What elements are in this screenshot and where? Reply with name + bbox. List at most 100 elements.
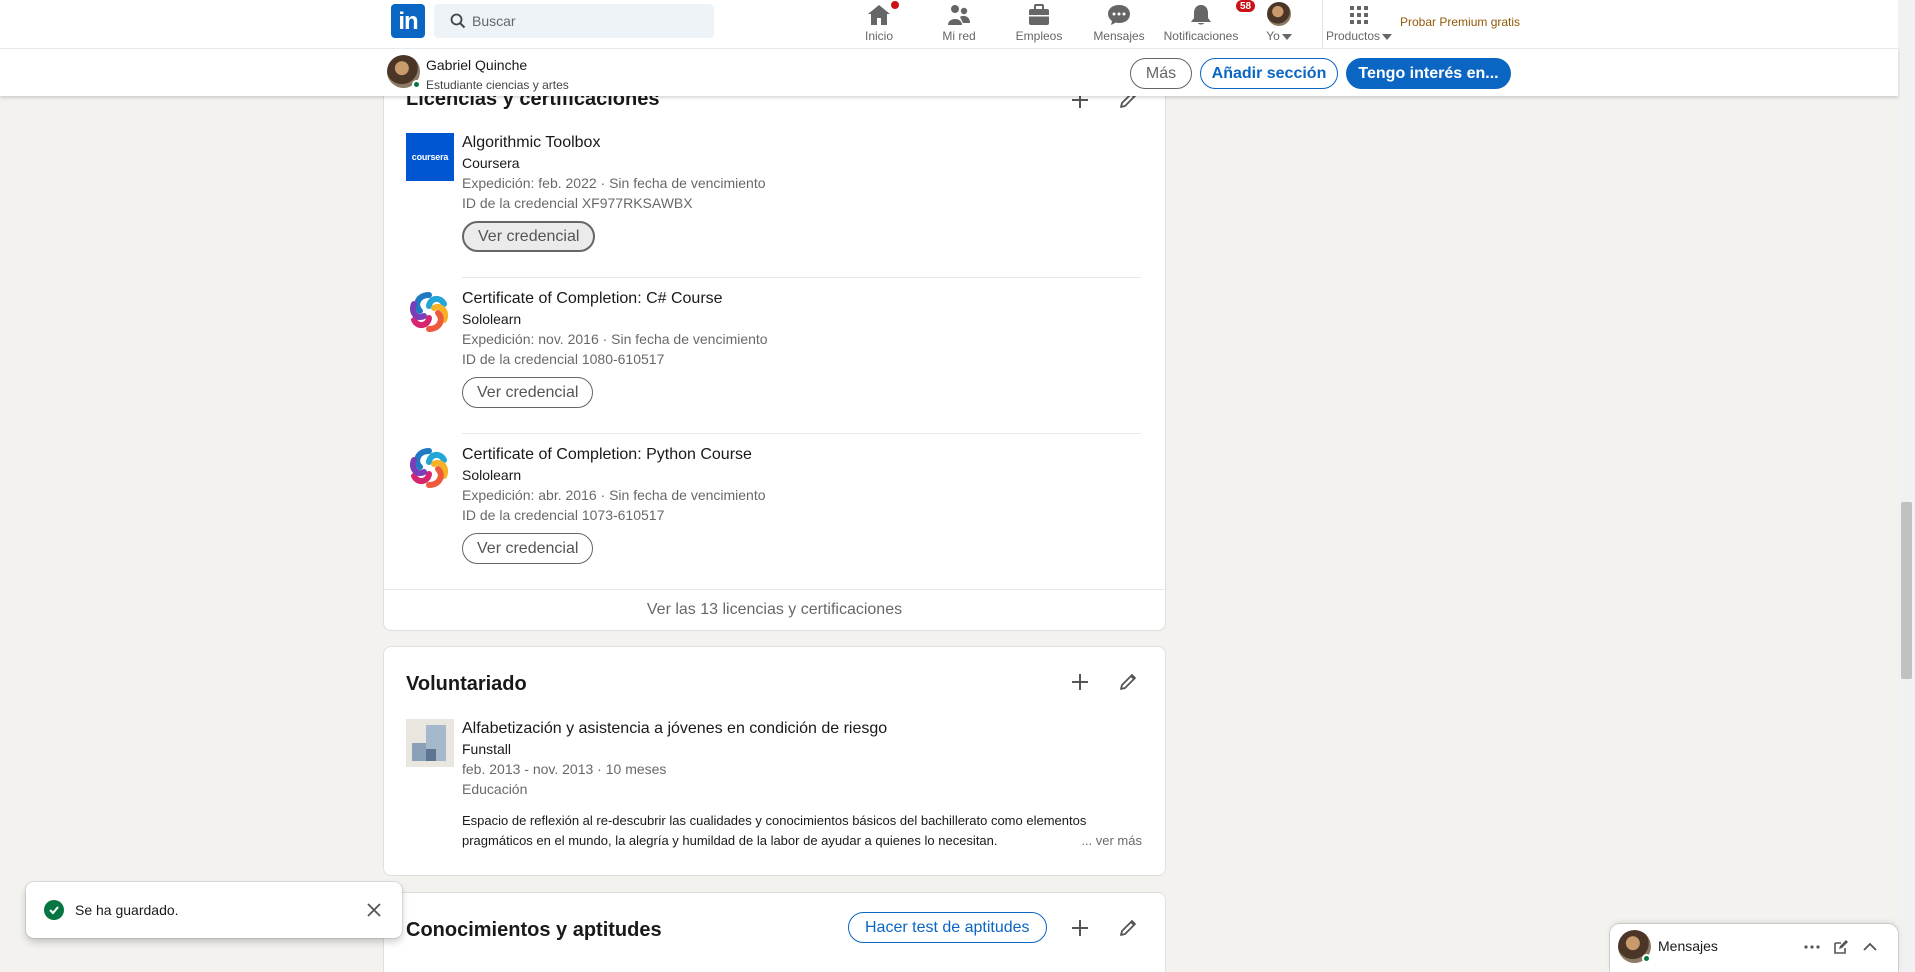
add-skill-button[interactable]: [1064, 912, 1096, 944]
briefcase-icon: [1029, 4, 1049, 25]
chevron-down-icon: [1281, 33, 1292, 40]
scrollbar-thumb[interactable]: [1901, 502, 1912, 679]
nav-label-messaging: Mensajes: [1093, 29, 1145, 43]
see-more-link[interactable]: ... ver más: [1075, 831, 1142, 851]
people-icon: [948, 5, 970, 25]
take-skill-quiz-button[interactable]: Hacer test de aptitudes: [848, 912, 1047, 943]
license-name[interactable]: Algorithmic Toolbox: [462, 133, 1142, 153]
close-icon: [367, 903, 381, 917]
divider: [462, 433, 1141, 434]
nav-products[interactable]: Productos: [1324, 0, 1394, 48]
nav-label-home: Inicio: [864, 29, 893, 43]
nav-me[interactable]: Yo: [1262, 0, 1296, 48]
license-item: coursera Algorithmic Toolbox Coursera Ex…: [406, 133, 1141, 259]
edit-volunteer-button[interactable]: [1112, 666, 1144, 698]
description-line: Espacio de reflexión al re-descubrir las…: [462, 813, 1087, 828]
building-icon: [412, 725, 446, 761]
global-nav: in Inicio Mi red: [0, 0, 1898, 48]
volunteer-cause: Educación: [462, 781, 528, 797]
license-issue-date: Expedición: feb. 2022 · Sin fecha de ven…: [462, 175, 766, 191]
page-scrollbar[interactable]: [1898, 0, 1915, 972]
toast-message: Se ha guardado.: [75, 902, 179, 918]
compose-message-button[interactable]: [1830, 936, 1852, 958]
license-credential-id: ID de la credencial 1080-610517: [462, 351, 665, 367]
nav-jobs[interactable]: Empleos: [1015, 0, 1063, 48]
online-status-dot: [1642, 954, 1651, 963]
search-icon: [450, 13, 466, 29]
volunteer-dates: feb. 2013 - nov. 2013 · 10 meses: [462, 761, 667, 777]
license-issuer: Coursera: [462, 155, 520, 171]
add-section-button[interactable]: Añadir sección: [1200, 58, 1338, 89]
plus-icon: [1072, 920, 1088, 936]
add-volunteer-button[interactable]: [1064, 666, 1096, 698]
license-issuer: Sololearn: [462, 311, 522, 327]
avatar: [1267, 2, 1291, 26]
license-item: Certificate of Completion: Python Course…: [406, 445, 1141, 571]
volunteer-role: Alfabetización y asistencia a jóvenes en…: [462, 720, 888, 737]
volunteer-organization: Funstall: [462, 741, 512, 757]
license-issuer: Sololearn: [462, 467, 522, 483]
messaging-label: Mensajes: [1658, 938, 1718, 954]
online-status-dot: [412, 80, 421, 89]
linkedin-logo[interactable]: in: [391, 4, 425, 38]
license-name[interactable]: Certificate of Completion: Python Course: [462, 445, 1142, 465]
show-all-licenses-link[interactable]: Ver las 13 licencias y certificaciones: [384, 589, 1165, 630]
open-to-button[interactable]: Tengo interés en...: [1346, 58, 1511, 89]
grid-icon: [1350, 6, 1368, 24]
plus-icon: [1072, 674, 1088, 690]
profile-name: Gabriel Quinche: [426, 57, 528, 73]
nav-label-network: Mi red: [942, 29, 976, 43]
license-credential-id: ID de la credencial XF977RKSAWBX: [462, 195, 693, 211]
sololearn-logo[interactable]: [406, 445, 454, 493]
messaging-options-button[interactable]: [1801, 936, 1823, 958]
organization-placeholder-logo[interactable]: [406, 719, 454, 767]
coursera-logo[interactable]: coursera: [406, 133, 454, 181]
license-issue-date: Expedición: abr. 2016 · Sin fecha de ven…: [462, 487, 766, 503]
volunteer-card: Voluntariado Alfabetización y asistencia…: [383, 646, 1166, 876]
nav-notifications[interactable]: 58 Notificaciones: [1160, 0, 1257, 48]
sticky-profile-bar: Gabriel Quinche Estudiante ciencias y ar…: [0, 48, 1898, 96]
edit-skills-button[interactable]: [1112, 912, 1144, 944]
license-name[interactable]: Certificate of Completion: C# Course: [462, 289, 1142, 309]
skills-card: Conocimientos y aptitudes Hacer test de …: [383, 892, 1166, 972]
close-toast-button[interactable]: [362, 898, 386, 922]
divider: [462, 277, 1141, 278]
license-issue-date: Expedición: nov. 2016 · Sin fecha de ven…: [462, 331, 768, 347]
nav-label-notifications: Notificaciones: [1163, 29, 1239, 43]
nav-network[interactable]: Mi red: [938, 0, 980, 48]
show-credential-button[interactable]: Ver credencial: [462, 377, 594, 408]
compose-icon: [1834, 940, 1848, 954]
licenses-card: Licencias y certificaciones coursera Alg…: [383, 40, 1166, 631]
saved-toast: Se ha guardado.: [26, 882, 402, 938]
profile-headline: Estudiante ciencias y artes: [426, 78, 569, 92]
sololearn-logo[interactable]: [406, 289, 454, 337]
bell-icon: [1191, 5, 1211, 25]
more-button[interactable]: Más: [1130, 58, 1192, 89]
ellipsis-icon: [1804, 945, 1820, 949]
search-input[interactable]: [472, 4, 702, 38]
chat-icon: [1108, 5, 1130, 25]
volunteer-title: Voluntariado: [406, 673, 527, 695]
premium-link[interactable]: Probar Premium gratis: [1400, 15, 1520, 29]
nav-label-me: Yo: [1266, 29, 1280, 43]
messaging-overlay[interactable]: Mensajes: [1610, 924, 1898, 972]
license-item: Certificate of Completion: C# Course Sol…: [406, 289, 1141, 415]
sololearn-icon: [410, 292, 448, 332]
search-box[interactable]: [434, 4, 714, 38]
chevron-up-icon: [1863, 942, 1877, 951]
success-check-icon: [44, 900, 64, 920]
volunteer-description: Espacio de reflexión al re-descubrir las…: [462, 811, 1142, 851]
show-credential-button[interactable]: Ver credencial: [462, 533, 594, 564]
nav-home[interactable]: Inicio: [860, 0, 901, 48]
nav-label-jobs: Empleos: [1015, 29, 1063, 43]
home-icon: [868, 5, 890, 25]
pencil-icon: [1120, 920, 1136, 936]
expand-messaging-button[interactable]: [1859, 936, 1881, 958]
skills-title: Conocimientos y aptitudes: [406, 919, 662, 941]
notification-count-badge: 58: [1235, 0, 1257, 13]
pencil-icon: [1120, 674, 1136, 690]
chevron-down-icon: [1382, 33, 1393, 40]
nav-messaging[interactable]: Mensajes: [1092, 0, 1146, 48]
nav-divider: [1322, 0, 1323, 48]
show-credential-button[interactable]: Ver credencial: [462, 221, 596, 252]
